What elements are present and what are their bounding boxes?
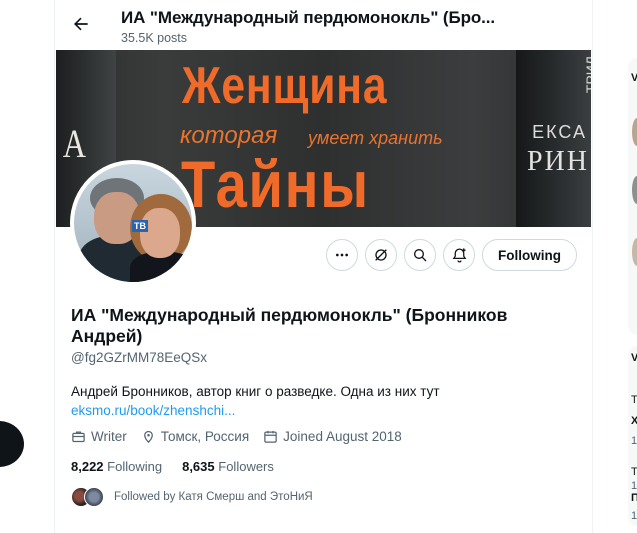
right-glyph: V — [631, 352, 637, 364]
location-item: Томск, Россия — [141, 429, 249, 444]
follow-counts: 8,222 Following 8,635 Followers — [71, 459, 274, 474]
header-title: ИА "Международный пердюмонокль" (Бро... — [121, 8, 496, 27]
briefcase-icon — [72, 431, 85, 443]
search-profile-button[interactable] — [404, 239, 436, 271]
location-label: Томск, Россия — [160, 429, 250, 444]
avatar-photo: ТВ — [74, 164, 192, 282]
arrow-left-icon — [74, 17, 88, 31]
profile-avatar[interactable]: ТВ — [70, 160, 196, 286]
right-glyph: 1 — [631, 435, 637, 447]
banner-right-book: ТРИЛ ЕКСА РИН — [516, 50, 591, 227]
calendar-icon — [264, 430, 277, 443]
profession-label: Writer — [91, 429, 127, 444]
profile-header: ИА "Международный пердюмонокль" (Бро... … — [55, 0, 592, 50]
profile-meta: Writer Томск, Россия Joined August 2018 — [71, 429, 402, 444]
profile-actions: Following — [326, 239, 577, 271]
banner-left-book-text: А — [62, 121, 87, 166]
banner-line1: Женщина — [182, 57, 388, 115]
followers-count: 8,635 — [182, 459, 215, 474]
search-icon — [414, 249, 427, 262]
followed-by-text: Followed by Катя Смерш and ЭтоНиЯ — [114, 491, 313, 503]
joined-label: Joined August 2018 — [283, 429, 402, 444]
followers-count-label: Followers — [218, 459, 274, 474]
right-glyph: Т — [631, 394, 637, 406]
bell-plus-icon — [452, 247, 466, 262]
right-glyph: П — [631, 492, 637, 504]
more-dots-icon — [336, 253, 348, 257]
post-compose-button[interactable] — [0, 421, 24, 467]
grok-button[interactable] — [365, 239, 397, 271]
profile-bio: Андрей Бронников, автор книг о разведке.… — [71, 382, 440, 420]
right-glyph: 1 — [631, 480, 637, 492]
profession-item: Writer — [71, 429, 127, 444]
banner-right-book-top: ТРИЛ — [583, 56, 591, 94]
followers-count-link[interactable]: 8,635 Followers — [182, 459, 274, 474]
profile-handle: @fg2GZrMM78EeQSx — [71, 350, 207, 365]
notify-button[interactable] — [443, 239, 475, 271]
banner-right-book-line1: ЕКСА — [532, 122, 587, 142]
right-glyph: 1 — [631, 510, 637, 522]
left-nav-edge — [0, 0, 54, 533]
right-glyph: V — [631, 72, 637, 84]
profile-column: ИА "Международный пердюмонокль" (Бро... … — [54, 0, 593, 533]
bio-link[interactable]: eksmo.ru/book/zhenshchi... — [71, 401, 440, 420]
suggestion-avatar[interactable] — [632, 176, 637, 204]
suggestion-avatar[interactable] — [632, 238, 637, 266]
bio-text: Андрей Бронников, автор книг о разведке.… — [71, 384, 440, 399]
right-glyph: Т — [631, 466, 637, 478]
followed-by[interactable]: Followed by Катя Смерш and ЭтоНиЯ — [71, 487, 313, 507]
banner-line3: Тайны — [181, 147, 370, 221]
back-button[interactable] — [66, 9, 96, 39]
follower-avatar — [84, 487, 104, 507]
channel-logo: ТВ — [132, 220, 148, 232]
following-count-label: Following — [107, 459, 163, 474]
more-button[interactable] — [326, 239, 358, 271]
location-pin-icon — [143, 430, 153, 444]
grok-icon — [375, 249, 387, 261]
following-button[interactable]: Following — [482, 239, 577, 271]
suggestion-avatar[interactable] — [632, 118, 637, 146]
joined-item: Joined August 2018 — [263, 429, 402, 444]
following-count-link[interactable]: 8,222 Following — [71, 459, 162, 474]
right-glyph: Х — [631, 415, 637, 427]
profile-name: ИА "Международный пердюмонокль" (Бронник… — [71, 305, 508, 346]
header-post-count: 35.5K posts — [121, 31, 188, 45]
banner-right-book-line2: РИН — [526, 146, 589, 177]
following-count: 8,222 — [71, 459, 104, 474]
